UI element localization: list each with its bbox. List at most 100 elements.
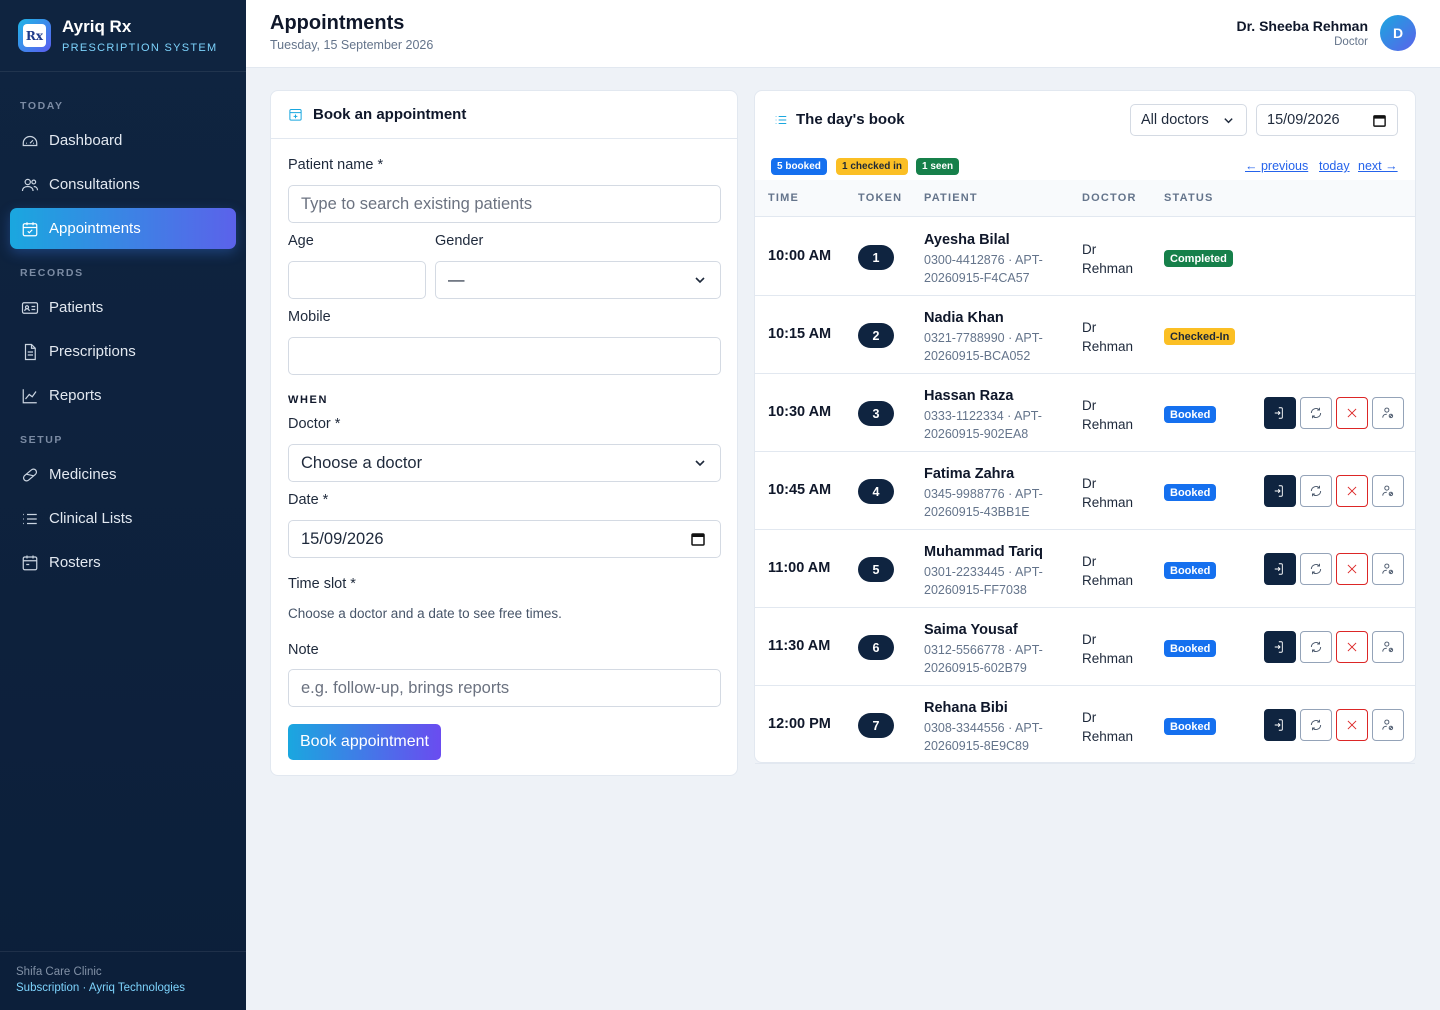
no-show-button[interactable] bbox=[1372, 397, 1404, 429]
cancel-button[interactable] bbox=[1336, 475, 1368, 507]
calendar-icon[interactable] bbox=[690, 531, 706, 547]
check-in-button[interactable] bbox=[1264, 553, 1296, 585]
daybook-date-value: 15/09/2026 bbox=[1267, 112, 1340, 128]
id-card-icon bbox=[21, 301, 39, 314]
book-appointment-button[interactable]: Book appointment bbox=[288, 724, 441, 760]
appointment-time: 10:45 AM bbox=[768, 482, 832, 498]
doctor-filter-value: All doctors bbox=[1141, 112, 1209, 128]
sidebar-item-medicines[interactable]: Medicines bbox=[10, 454, 236, 495]
check-in-icon bbox=[1274, 407, 1283, 419]
patient-name-input[interactable]: Type to search existing patients bbox=[288, 185, 721, 223]
roster-icon bbox=[22, 555, 38, 570]
cancel-button[interactable] bbox=[1336, 397, 1368, 429]
doctor-label: Doctor * bbox=[288, 416, 341, 432]
cancel-button[interactable] bbox=[1336, 631, 1368, 663]
status-badge: Booked bbox=[1164, 562, 1217, 579]
no-show-button[interactable] bbox=[1372, 631, 1404, 663]
check-in-icon bbox=[1274, 641, 1283, 653]
users-icon bbox=[21, 178, 39, 191]
next-day-link[interactable]: next → bbox=[1358, 159, 1398, 173]
column-time: TIME bbox=[768, 192, 800, 204]
doctor-name: Dr Rehman bbox=[1082, 398, 1134, 432]
sidebar-item-reports[interactable]: Reports bbox=[10, 375, 236, 416]
age-input[interactable] bbox=[288, 261, 426, 299]
close-icon bbox=[1347, 564, 1357, 574]
daybook-date-input[interactable]: 15/09/2026 bbox=[1256, 104, 1398, 136]
chart-icon bbox=[22, 388, 37, 403]
reschedule-button[interactable] bbox=[1300, 709, 1332, 741]
no-show-button[interactable] bbox=[1372, 475, 1404, 507]
check-in-button[interactable] bbox=[1264, 397, 1296, 429]
no-show-button[interactable] bbox=[1372, 709, 1404, 741]
subscription-link[interactable]: Subscription bbox=[16, 982, 79, 994]
token-badge: 2 bbox=[858, 323, 894, 348]
sidebar-item-dashboard[interactable]: Dashboard bbox=[10, 120, 236, 161]
check-in-button[interactable] bbox=[1264, 631, 1296, 663]
mobile-input[interactable] bbox=[288, 337, 721, 375]
cancel-button[interactable] bbox=[1336, 709, 1368, 741]
today-link[interactable]: today bbox=[1319, 159, 1350, 173]
patient-name-label: Patient name * bbox=[288, 157, 384, 173]
sidebar-item-prescriptions[interactable]: Prescriptions bbox=[10, 331, 236, 372]
summary-booked-badge: 5 booked bbox=[771, 158, 827, 175]
sidebar-item-appointments[interactable]: Appointments bbox=[10, 208, 236, 249]
check-in-button[interactable] bbox=[1264, 709, 1296, 741]
list-icon bbox=[775, 116, 787, 124]
appointment-time: 10:00 AM bbox=[768, 248, 832, 264]
sidebar-item-rosters[interactable]: Rosters bbox=[10, 542, 236, 583]
brand-logo-mark: Rx bbox=[23, 24, 46, 47]
brand-subtitle: PRESCRIPTION SYSTEM bbox=[62, 42, 218, 54]
cancel-button[interactable] bbox=[1336, 553, 1368, 585]
check-in-button[interactable] bbox=[1264, 475, 1296, 507]
calendar-icon[interactable] bbox=[1372, 113, 1387, 128]
reschedule-icon bbox=[1310, 485, 1322, 497]
status-badge: Booked bbox=[1164, 406, 1217, 423]
reschedule-icon bbox=[1310, 641, 1322, 653]
reschedule-icon bbox=[1310, 719, 1322, 731]
doctor-filter-select[interactable]: All doctors bbox=[1130, 104, 1247, 136]
brand-logo: Rx bbox=[18, 19, 51, 52]
gauge-icon bbox=[22, 135, 38, 146]
token-badge: 6 bbox=[858, 635, 894, 660]
sidebar-item-consultations[interactable]: Consultations bbox=[10, 164, 236, 205]
patient-meta: 0312-5566778 · APT-20260915-602B79 bbox=[924, 643, 1043, 675]
no-show-icon bbox=[1382, 563, 1394, 575]
avatar[interactable]: D bbox=[1380, 15, 1416, 51]
patient-meta: 0321-7788990 · APT-20260915-BCA052 bbox=[924, 331, 1043, 363]
doctor-select[interactable]: Choose a doctor bbox=[288, 444, 721, 482]
reschedule-button[interactable] bbox=[1300, 397, 1332, 429]
note-input[interactable]: e.g. follow-up, brings reports bbox=[288, 669, 721, 707]
gender-select[interactable]: — bbox=[435, 261, 721, 299]
vendor-link[interactable]: Ayriq Technologies bbox=[89, 982, 185, 994]
table-header: TIME TOKEN PATIENT DOCTOR STATUS bbox=[755, 180, 1415, 217]
previous-day-link[interactable]: ← previous bbox=[1245, 159, 1308, 173]
reschedule-button[interactable] bbox=[1300, 475, 1332, 507]
sidebar-item-patients[interactable]: Patients bbox=[10, 287, 236, 328]
token-badge: 7 bbox=[858, 713, 894, 738]
sidebar-item-label: Prescriptions bbox=[49, 343, 136, 360]
no-show-icon bbox=[1382, 485, 1394, 497]
no-show-button[interactable] bbox=[1372, 553, 1404, 585]
appointment-time: 11:00 AM bbox=[768, 560, 831, 576]
reschedule-button[interactable] bbox=[1300, 631, 1332, 663]
table-row: 10:00 AM 1 Ayesha Bilal 0300-4412876 · APT-… bbox=[755, 218, 1415, 296]
brand[interactable]: Rx Ayriq Rx PRESCRIPTION SYSTEM bbox=[0, 0, 246, 72]
column-patient: PATIENT bbox=[924, 192, 978, 204]
sidebar-item-clinical-lists[interactable]: Clinical Lists bbox=[10, 498, 236, 539]
daybook-title: The day's book bbox=[796, 111, 905, 128]
no-show-icon bbox=[1382, 407, 1394, 419]
reschedule-button[interactable] bbox=[1300, 553, 1332, 585]
gender-label: Gender bbox=[435, 233, 484, 249]
date-input[interactable]: 15/09/2026 bbox=[288, 520, 721, 558]
sidebar-item-label: Consultations bbox=[49, 176, 140, 193]
calendar-icon bbox=[22, 221, 38, 236]
no-show-icon bbox=[1382, 641, 1394, 653]
when-section-label: WHEN bbox=[288, 394, 329, 406]
patient-name: Muhammad Tariq bbox=[924, 544, 1043, 560]
table-row: 10:45 AM 4 Fatima Zahra 0345-9988776 · APT-… bbox=[755, 452, 1415, 530]
sidebar-item-label: Reports bbox=[49, 387, 102, 404]
patient-name: Fatima Zahra bbox=[924, 466, 1015, 482]
sidebar-footer: Shifa Care Clinic Subscription · Ayriq T… bbox=[0, 951, 246, 1010]
column-status: STATUS bbox=[1164, 192, 1214, 204]
patient-name: Saima Yousaf bbox=[924, 622, 1018, 638]
